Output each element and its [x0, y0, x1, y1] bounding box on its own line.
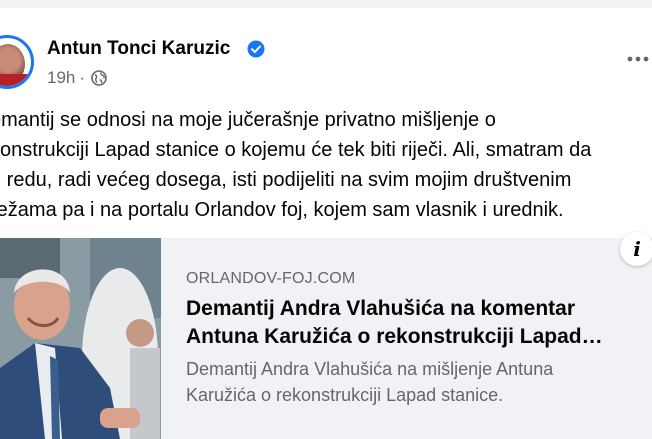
author-name[interactable]: Antun Tonci Karuzic: [47, 38, 230, 60]
avatar-shirt: [0, 74, 31, 86]
link-headline[interactable]: Demantij Andra Vlahušića na komentar Ant…: [186, 295, 646, 351]
more-horizontal-icon[interactable]: [625, 52, 652, 66]
post-meta: 19h ·: [47, 68, 107, 88]
link-preview-image[interactable]: [0, 238, 161, 439]
post-card: Antun Tonci Karuzic 19h · emantij se odn…: [0, 8, 652, 439]
post-text: emantij se odnosi na moje jučerašnje pri…: [0, 109, 592, 221]
link-description: Demantij Andra Vlahušića na mišljenje An…: [186, 359, 554, 405]
info-button[interactable]: i: [620, 232, 652, 266]
author-avatar[interactable]: [0, 35, 36, 91]
verified-badge-icon: [247, 40, 265, 58]
link-preview-card[interactable]: ORLANDOV-FOJ.COM Demantij Andra Vlahušić…: [0, 238, 652, 439]
story-ring: [0, 35, 34, 89]
link-domain: ORLANDOV-FOJ.COM: [186, 270, 356, 287]
preview-photo-illustration: [0, 238, 161, 439]
post-time[interactable]: 19h: [47, 68, 75, 88]
meta-separator: ·: [79, 68, 86, 87]
globe-icon[interactable]: [91, 70, 107, 86]
